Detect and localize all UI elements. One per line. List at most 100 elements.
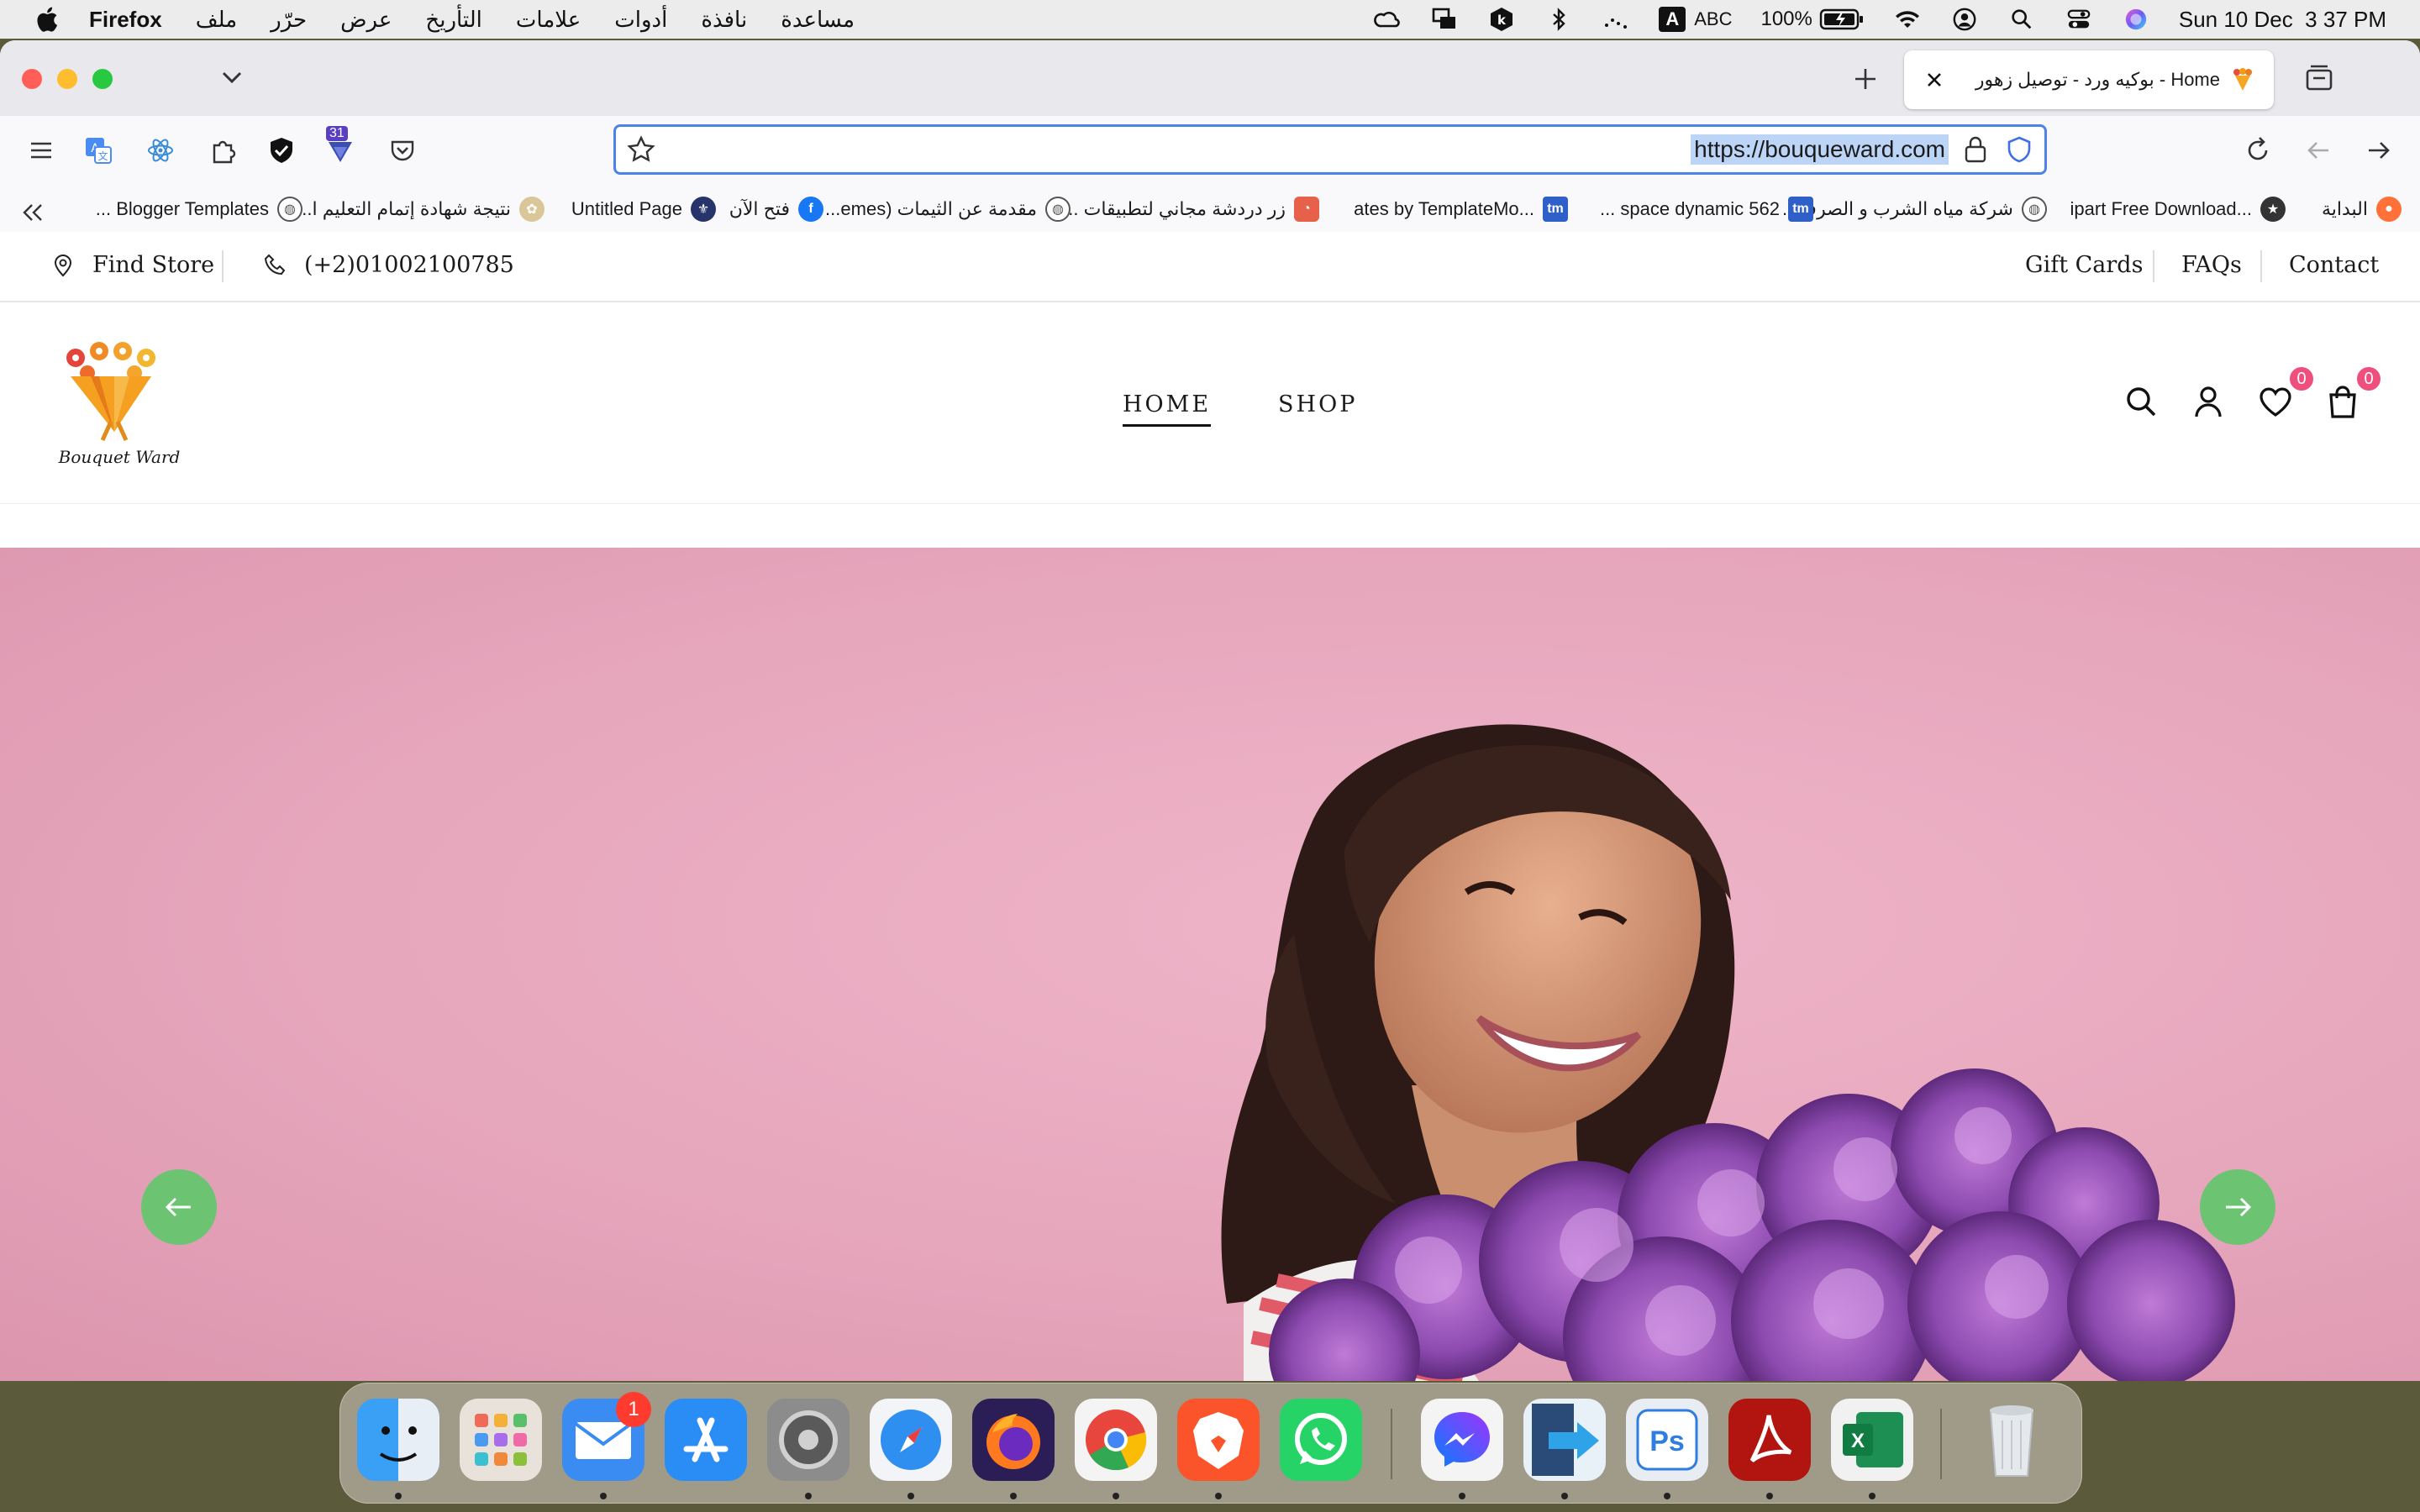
- reload-icon[interactable]: [2242, 134, 2274, 166]
- menu-history[interactable]: التأريخ: [425, 7, 482, 33]
- launchpad-icon[interactable]: [460, 1399, 542, 1481]
- calendar-extension-icon[interactable]: 31: [324, 126, 356, 166]
- firefox-icon[interactable]: [972, 1399, 1055, 1481]
- dock-divider: [1391, 1409, 1392, 1479]
- more-bookmarks-chevron-icon[interactable]: [18, 200, 47, 225]
- react-devtools-icon[interactable]: [145, 134, 176, 166]
- hero-slider[interactable]: [0, 548, 2420, 1381]
- new-tab-plus-icon[interactable]: [1850, 64, 1881, 94]
- nav-shop[interactable]: SHOP: [1278, 391, 1357, 427]
- battery-status[interactable]: 100%: [1760, 8, 1864, 31]
- close-tab-icon[interactable]: [1923, 68, 1946, 92]
- screen-mirror-icon[interactable]: [1430, 7, 1459, 32]
- menu-tools[interactable]: أدوات: [614, 7, 667, 33]
- site-logo[interactable]: Bouquet Ward: [52, 338, 187, 467]
- menu-file[interactable]: ملف: [196, 7, 237, 33]
- activity-dots-icon[interactable]: [1602, 7, 1630, 32]
- chrome-icon[interactable]: [1075, 1399, 1157, 1481]
- tab-home[interactable]: Home - بوكيه ورد - توصيل زهور: [1904, 50, 2274, 109]
- main-nav: HOME SHOP: [1123, 391, 1357, 427]
- photoshop-icon[interactable]: Ps: [1626, 1399, 1708, 1481]
- faqs-link[interactable]: FAQs: [2181, 252, 2242, 278]
- next-slide-button[interactable]: [2200, 1169, 2275, 1245]
- bookmark-item[interactable]: ◍ Blogger Templates ...: [96, 197, 302, 222]
- system-settings-icon[interactable]: [767, 1399, 850, 1481]
- running-indicator: [1215, 1493, 1222, 1499]
- running-indicator: [1561, 1493, 1568, 1499]
- menu-edit[interactable]: حرّر: [271, 7, 307, 33]
- url-text[interactable]: https://bouqueward.com: [1691, 134, 1949, 165]
- bookmark-star-icon[interactable]: [626, 134, 656, 165]
- back-arrow-icon[interactable]: [2302, 134, 2334, 166]
- arrow-left-icon: [165, 1197, 191, 1217]
- translate-icon[interactable]: A文: [82, 134, 114, 166]
- migration-assistant-icon[interactable]: [1523, 1399, 1606, 1481]
- menu-window[interactable]: نافذة: [701, 7, 747, 33]
- finder-icon[interactable]: [357, 1399, 439, 1481]
- phone-link[interactable]: (+2)01002100785: [262, 252, 514, 278]
- bookmark-item[interactable]: tm 562 space dynamic ...: [1600, 197, 1813, 222]
- wishlist-heart-icon[interactable]: 0: [2257, 365, 2316, 420]
- forward-arrow-icon[interactable]: [2363, 134, 2395, 166]
- tracking-protection-shield-icon[interactable]: [2006, 135, 2033, 164]
- find-store-link[interactable]: Find Store: [50, 252, 214, 278]
- whatsapp-icon[interactable]: [1280, 1399, 1362, 1481]
- search-icon[interactable]: [2123, 383, 2160, 420]
- user-account-icon[interactable]: [1950, 7, 1979, 32]
- apple-icon[interactable]: [34, 5, 59, 34]
- bookmark-item[interactable]: ✿ نتيجة شهادة إتمام التعليم ا...: [297, 197, 544, 222]
- bookmark-item[interactable]: ◍ شركة مياه الشرب و الصرف...: [1782, 197, 2047, 222]
- adblock-shield-icon[interactable]: [266, 134, 297, 166]
- app-store-icon[interactable]: [665, 1399, 747, 1481]
- safari-icon[interactable]: [870, 1399, 952, 1481]
- excel-icon[interactable]: X: [1831, 1399, 1913, 1481]
- running-indicator: [1766, 1493, 1773, 1499]
- tab-overview-icon[interactable]: [2302, 62, 2336, 96]
- wifi-icon[interactable]: [1893, 7, 1922, 32]
- bookmark-item[interactable]: ★ ...ipart Free Download: [2070, 197, 2286, 222]
- acrobat-icon[interactable]: [1728, 1399, 1811, 1481]
- templatemo-icon: tm: [1788, 197, 1813, 222]
- nav-home[interactable]: HOME: [1123, 391, 1212, 427]
- chevron-down-icon[interactable]: [217, 62, 247, 92]
- active-app-name[interactable]: Firefox: [89, 7, 162, 33]
- mail-icon[interactable]: 1: [562, 1392, 651, 1481]
- creative-cloud-icon[interactable]: [1373, 7, 1402, 32]
- sidebar-menu-icon[interactable]: [25, 134, 57, 166]
- trash-icon[interactable]: [1970, 1399, 2053, 1481]
- control-center-icon[interactable]: [2065, 7, 2093, 32]
- k-app-icon[interactable]: k: [1487, 7, 1516, 32]
- svg-text:X: X: [1851, 1430, 1865, 1452]
- contact-link[interactable]: Contact: [2289, 252, 2379, 278]
- input-source-key: A: [1659, 7, 1686, 32]
- bookmark-item[interactable]: ◍ مقدمة عن الثيمات (emes...: [825, 197, 1071, 222]
- bookmark-item[interactable]: ⚜ Untitled Page: [571, 197, 716, 222]
- maximize-window-button[interactable]: [92, 69, 113, 89]
- spotlight-search-icon[interactable]: [2007, 7, 2036, 32]
- url-bar[interactable]: https://bouqueward.com: [613, 124, 2047, 175]
- bookmark-item[interactable]: ◔ زر دردشة مجاني لتطبيقات ...: [1063, 197, 1319, 222]
- topbar-divider: [2153, 250, 2154, 282]
- siri-icon[interactable]: [2122, 7, 2150, 32]
- bookmark-item[interactable]: tm ...ates by TemplateMo: [1354, 197, 1568, 222]
- clock-datetime[interactable]: Sun 10 Dec 3 37 PM: [2179, 7, 2386, 33]
- menu-view[interactable]: عرض: [340, 7, 392, 33]
- bookmark-item[interactable]: ● البداية: [2322, 197, 2402, 222]
- bluetooth-icon[interactable]: [1544, 7, 1573, 32]
- menu-bookmarks[interactable]: علامات: [516, 7, 581, 33]
- input-source-menu[interactable]: A ABC: [1659, 7, 1732, 32]
- cart-bag-icon[interactable]: 0: [2324, 365, 2383, 420]
- prev-slide-button[interactable]: [141, 1169, 217, 1245]
- input-source-label: ABC: [1694, 8, 1733, 29]
- gift-cards-link[interactable]: Gift Cards: [2025, 252, 2143, 278]
- extensions-puzzle-icon[interactable]: [207, 134, 239, 166]
- pocket-icon[interactable]: [387, 134, 418, 166]
- menu-help[interactable]: مساعدة: [781, 7, 855, 33]
- messenger-icon[interactable]: [1421, 1399, 1503, 1481]
- account-user-icon[interactable]: [2190, 383, 2227, 420]
- brave-icon[interactable]: [1177, 1399, 1260, 1481]
- bookmark-item[interactable]: f فتح الآن: [729, 197, 823, 222]
- lock-icon[interactable]: [1962, 135, 1989, 164]
- close-window-button[interactable]: [22, 69, 42, 89]
- minimize-window-button[interactable]: [57, 69, 77, 89]
